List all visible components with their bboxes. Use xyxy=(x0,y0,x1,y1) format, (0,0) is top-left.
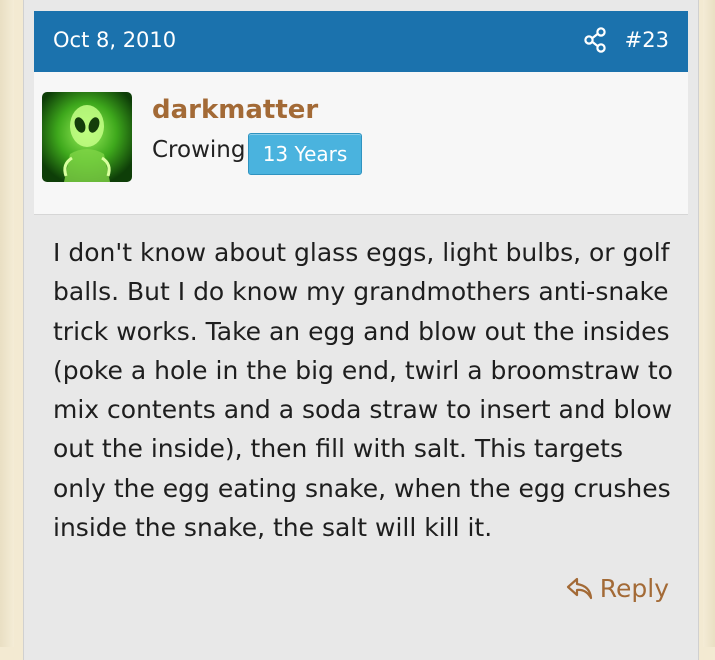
post-message: I don't know about glass eggs, light bul… xyxy=(53,238,673,543)
page-edge-left xyxy=(0,0,14,647)
avatar[interactable] xyxy=(42,92,132,182)
post-header: Oct 8, 2010 #23 xyxy=(34,11,688,72)
share-icon[interactable] xyxy=(583,27,607,53)
username-link[interactable]: darkmatter xyxy=(152,95,318,125)
user-info: darkmatter Crowing 13 Years xyxy=(34,72,688,215)
reply-label: Reply xyxy=(599,574,669,603)
page-edge-right xyxy=(703,0,715,647)
post-number-link[interactable]: #23 xyxy=(625,28,669,52)
reply-button[interactable]: Reply xyxy=(566,574,669,603)
reply-arrow-icon xyxy=(566,577,592,599)
post-card: Oct 8, 2010 #23 darkmatter Crowing 13 Ye… xyxy=(23,0,699,660)
post-date: Oct 8, 2010 xyxy=(53,28,177,52)
user-title: Crowing xyxy=(152,137,246,163)
membership-years-badge: 13 Years xyxy=(248,133,362,175)
